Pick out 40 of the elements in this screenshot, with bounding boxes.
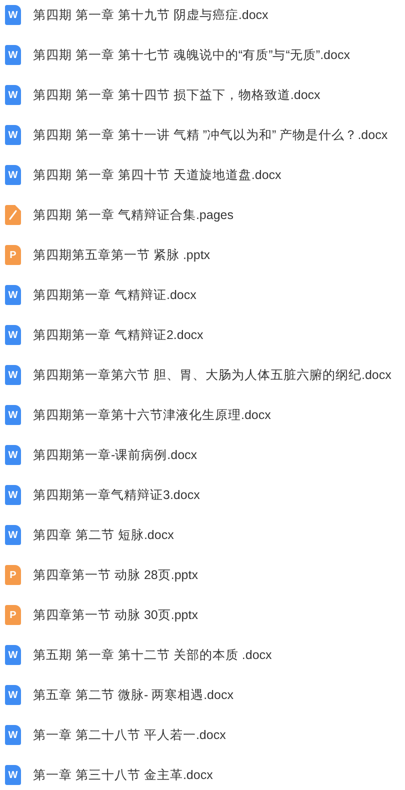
file-name[interactable]: 第四期 第一章 第十七节 魂魄说中的“有质”与“无质”.docx	[33, 46, 350, 64]
word-file-icon: W	[5, 685, 21, 705]
file-name[interactable]: 第四期 第一章 第十四节 损下益下，物格致道.docx	[33, 86, 320, 104]
file-name[interactable]: 第四章第一节 动脉 30页.pptx	[33, 606, 198, 624]
word-file-icon: W	[5, 765, 21, 785]
word-file-icon: W	[5, 125, 21, 145]
word-file-icon: W	[5, 365, 21, 385]
file-name[interactable]: 第四期第一章 气精辩证2.docx	[33, 326, 204, 344]
slides-file-icon: P	[5, 245, 21, 265]
file-name[interactable]: 第四期第一章第六节 胆、胃、大肠为人体五脏六腑的纲纪.docx	[33, 366, 392, 384]
word-file-icon: W	[5, 405, 21, 425]
file-name[interactable]: 第四章第一节 动脉 28页.pptx	[33, 566, 198, 584]
file-name[interactable]: 第四期 第一章 第十一讲 气精 ”冲气以为和” 产物是什么？.docx	[33, 126, 388, 144]
word-file-icon: W	[5, 485, 21, 505]
file-name[interactable]: 第四期 第一章 第十九节 阴虚与癌症.docx	[33, 6, 268, 24]
word-file-icon: W	[5, 725, 21, 745]
word-file-icon: W	[5, 165, 21, 185]
file-name[interactable]: 第四期 第一章 气精辩证合集.pages	[33, 206, 234, 224]
file-name[interactable]: 第一章 第三十八节 金主革.docx	[33, 766, 213, 784]
file-name[interactable]: 第四期第五章第一节 紧脉 .pptx	[33, 246, 210, 264]
word-file-icon: W	[5, 325, 21, 345]
word-file-icon: W	[5, 85, 21, 105]
file-name[interactable]: 第五章 第二节 微脉- 两寒相遇.docx	[33, 686, 234, 704]
word-file-icon: W	[5, 45, 21, 65]
file-name[interactable]: 第四期第一章-课前病例.docx	[33, 446, 198, 464]
word-file-icon: W	[5, 285, 21, 305]
word-file-icon: W	[5, 5, 21, 25]
file-name[interactable]: 第四期第一章 气精辩证.docx	[33, 286, 196, 304]
word-file-icon: W	[5, 525, 21, 545]
slides-file-icon: P	[5, 605, 21, 625]
file-name[interactable]: 第四期第一章第十六节津液化生原理.docx	[33, 406, 271, 424]
word-file-icon: W	[5, 445, 21, 465]
slides-file-icon: P	[5, 565, 21, 585]
pencil-file-icon	[5, 205, 21, 225]
word-file-icon: W	[5, 645, 21, 665]
file-name[interactable]: 第四期第一章气精辩证3.docx	[33, 486, 200, 504]
file-name[interactable]: 第一章 第二十八节 平人若一.docx	[33, 726, 226, 744]
file-name[interactable]: 第四期 第一章 第四十节 天道旋地道盘.docx	[33, 166, 282, 184]
file-name[interactable]: 第四章 第二节 短脉.docx	[33, 526, 174, 544]
file-name[interactable]: 第五期 第一章 第十二节 关部的本质 .docx	[33, 646, 272, 664]
